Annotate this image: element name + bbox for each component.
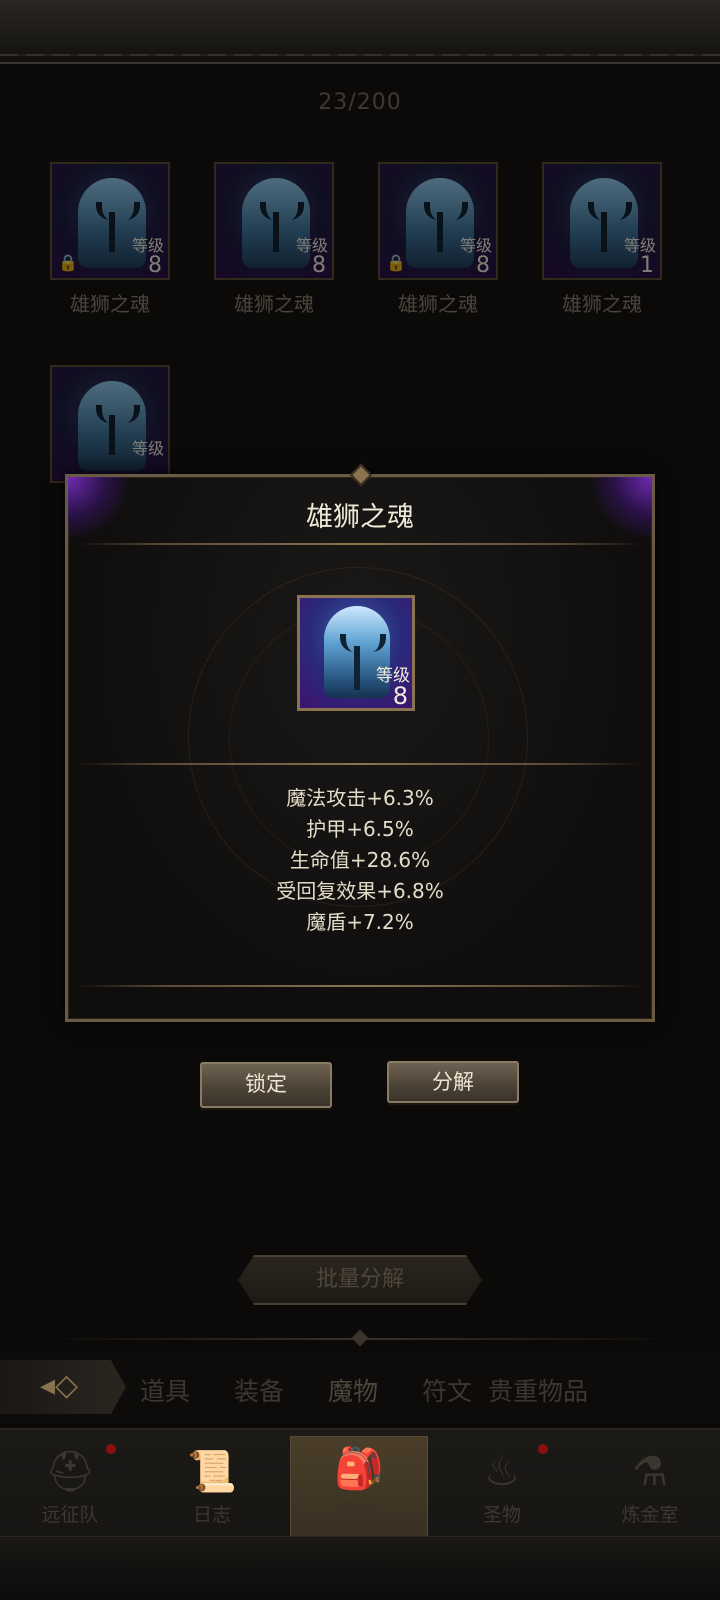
tab-equipment[interactable]: 装备 [234, 1372, 284, 1408]
level-value: 1 [640, 253, 654, 278]
dialog-title: 雄狮之魂 [306, 502, 414, 533]
notification-dot [106, 1444, 116, 1454]
level-value: 8 [148, 253, 162, 278]
tab-monsters[interactable]: 魔物 [328, 1372, 378, 1408]
nav-label: 日志 [192, 1504, 231, 1526]
divider [78, 985, 642, 987]
divider [78, 543, 642, 545]
stat-line: 魔法攻击+6.3% [286, 786, 434, 810]
inventory-slot[interactable]: 等级 [50, 365, 170, 483]
inventory-slot[interactable]: 🔒 等级 8 雄狮之魂 [378, 162, 498, 317]
decompose-button[interactable]: 分解 [387, 1061, 519, 1103]
item-name: 雄狮之魂 [562, 292, 642, 316]
stat-line: 魔盾+7.2% [306, 910, 414, 934]
item-frame: 🔒 等级 8 [378, 162, 498, 280]
stat-line: 护甲+6.5% [306, 817, 414, 841]
nav-label: 炼金室 [621, 1504, 679, 1526]
lock-icon: 🔒 [386, 253, 406, 272]
item-detail-dialog: 雄狮之魂 等级 8 魔法攻击+6.3% 护甲+6.5% 生命值+28.6% 受回… [65, 463, 655, 1022]
bottom-frame [0, 1536, 720, 1600]
tab-valuables[interactable]: 贵重物品 [488, 1372, 588, 1408]
inventory-slot[interactable]: 等级 1 雄狮之魂 [542, 162, 662, 317]
notification-dot [538, 1444, 548, 1454]
nav-label: 背包 [339, 1501, 378, 1523]
level-value: 8 [476, 253, 490, 278]
alchemy-icon: ⚗ [632, 1449, 668, 1495]
lock-icon: 🔒 [58, 253, 78, 272]
bag-icon: 🎒 [334, 1446, 384, 1492]
level-label: 等级 [131, 439, 164, 458]
level-value: 8 [392, 682, 408, 710]
category-tabs: ◂◇ 道具 装备 魔物 符文 贵重物品 [0, 1352, 720, 1422]
item-frame: 等级 8 [214, 162, 334, 280]
item-name: 雄狮之魂 [70, 292, 150, 316]
stats-list: 魔法攻击+6.3% 护甲+6.5% 生命值+28.6% 受回复效果+6.8% 魔… [68, 783, 652, 938]
tab-items[interactable]: 道具 [140, 1372, 190, 1408]
item-preview: 等级 8 [297, 595, 415, 711]
item-frame: 🔒 等级 8 [50, 162, 170, 280]
item-name: 雄狮之魂 [234, 292, 314, 316]
stat-line: 受回复效果+6.8% [276, 879, 444, 903]
tab-runes[interactable]: 符文 [422, 1372, 472, 1408]
nav-label: 远征队 [41, 1504, 99, 1526]
nav-backpack[interactable]: 🎒 背包 [290, 1436, 428, 1546]
level-value: 8 [312, 253, 326, 278]
lock-button[interactable]: 锁定 [200, 1062, 332, 1108]
item-frame: 等级 1 [542, 162, 662, 280]
nav-alchemy[interactable]: ⚗ 炼金室 [590, 1440, 710, 1540]
divider [78, 763, 642, 765]
stat-line: 生命值+28.6% [289, 848, 431, 872]
item-name: 雄狮之魂 [398, 292, 478, 316]
inventory-slot[interactable]: 🔒 等级 8 雄狮之魂 [50, 162, 170, 317]
nav-journal[interactable]: 📜 日志 [152, 1440, 272, 1540]
nav-expedition[interactable]: ⛑ 远征队 [10, 1440, 130, 1540]
scroll-icon: 📜 [187, 1449, 237, 1495]
item-frame: 等级 [50, 365, 170, 483]
arrow-diamond-icon: ◂◇ [40, 1368, 79, 1403]
nav-relics[interactable]: ♨ 圣物 [442, 1440, 562, 1540]
nav-label: 圣物 [482, 1504, 521, 1526]
batch-decompose-button[interactable]: 批量分解 [238, 1255, 482, 1305]
inventory-slot[interactable]: 等级 8 雄狮之魂 [214, 162, 334, 317]
